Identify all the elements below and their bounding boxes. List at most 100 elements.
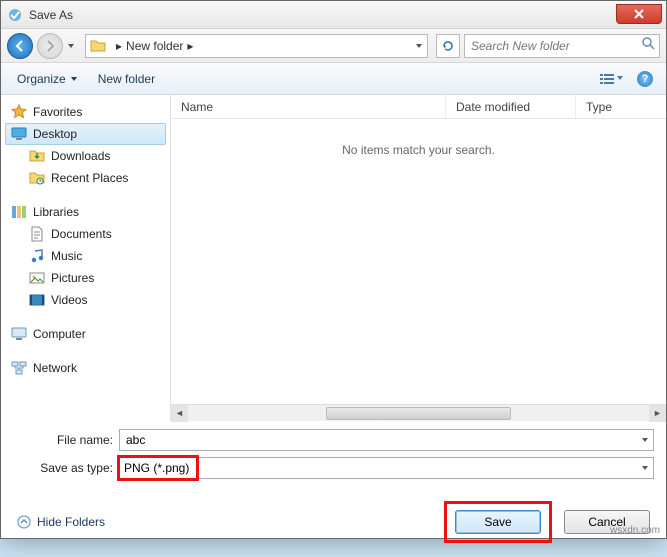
- horizontal-scrollbar[interactable]: ◄ ►: [171, 404, 666, 421]
- nav-bar: ▸ New folder ▸: [1, 29, 666, 63]
- window-title: Save As: [29, 8, 616, 22]
- organize-label: Organize: [17, 72, 66, 86]
- column-type[interactable]: Type: [576, 95, 666, 118]
- sidebar-item-music[interactable]: Music: [5, 245, 166, 267]
- new-folder-button[interactable]: New folder: [92, 69, 161, 89]
- file-list[interactable]: No items match your search.: [171, 119, 666, 404]
- search-input[interactable]: [469, 38, 638, 54]
- sidebar-label: Libraries: [33, 205, 79, 219]
- sidebar-item-network[interactable]: Network: [5, 357, 166, 379]
- scroll-thumb[interactable]: [326, 407, 510, 420]
- chevron-up-icon: [17, 515, 31, 529]
- desktop-icon: [11, 126, 27, 142]
- sidebar-label: Network: [33, 361, 77, 375]
- libraries-icon: [11, 204, 27, 220]
- sidebar-item-downloads[interactable]: Downloads: [5, 145, 166, 167]
- pictures-icon: [29, 270, 45, 286]
- hide-folders-toggle[interactable]: Hide Folders: [17, 515, 105, 529]
- sidebar-label: Computer: [33, 327, 86, 341]
- dialog-footer: Hide Folders Save Cancel: [1, 491, 666, 557]
- recent-icon: [29, 170, 45, 186]
- dialog-body: Favorites Desktop Downloads Recent Place…: [1, 95, 666, 421]
- computer-icon: [11, 326, 27, 342]
- toolbar: Organize New folder ?: [1, 63, 666, 95]
- sidebar-label: Music: [51, 249, 82, 263]
- sidebar-item-desktop[interactable]: Desktop: [5, 123, 166, 145]
- save-button[interactable]: Save: [455, 510, 541, 534]
- sidebar-label: Downloads: [51, 149, 110, 163]
- filename-dropdown[interactable]: [641, 433, 649, 447]
- breadcrumb-dropdown[interactable]: [415, 39, 423, 53]
- filetype-value: PNG (*.png): [124, 461, 189, 475]
- sidebar-group-network: Network: [5, 357, 166, 379]
- scroll-track[interactable]: [188, 405, 649, 421]
- column-date[interactable]: Date modified: [446, 95, 576, 118]
- close-button[interactable]: [616, 4, 662, 24]
- filename-input[interactable]: [124, 432, 641, 448]
- chevron-down-icon: [641, 464, 649, 472]
- sidebar-label: Videos: [51, 293, 87, 307]
- hide-folders-label: Hide Folders: [37, 515, 105, 529]
- downloads-icon: [29, 148, 45, 164]
- scroll-right-button[interactable]: ►: [649, 405, 666, 422]
- new-folder-label: New folder: [98, 72, 155, 86]
- save-as-dialog: Save As ▸ New folder ▸: [0, 0, 667, 539]
- sidebar-label: Favorites: [33, 105, 82, 119]
- view-options-button[interactable]: [596, 69, 626, 89]
- filetype-row: Save as type: PNG (*.png): [13, 457, 654, 479]
- sidebar-item-libraries[interactable]: Libraries: [5, 201, 166, 223]
- annotation-highlight: Save: [444, 501, 552, 543]
- search-icon: [642, 37, 655, 55]
- star-icon: [11, 104, 27, 120]
- help-button[interactable]: ?: [634, 68, 656, 90]
- filename-field[interactable]: [119, 429, 654, 451]
- refresh-button[interactable]: [436, 34, 460, 58]
- documents-icon: [29, 226, 45, 242]
- sidebar-label: Recent Places: [51, 171, 128, 185]
- music-icon: [29, 248, 45, 264]
- sidebar-item-documents[interactable]: Documents: [5, 223, 166, 245]
- breadcrumb-separator-icon: ▸: [187, 39, 193, 53]
- network-icon: [11, 360, 27, 376]
- filetype-dropdown[interactable]: [641, 461, 649, 475]
- sidebar-group-computer: Computer: [5, 323, 166, 345]
- chevron-down-icon: [67, 42, 75, 50]
- chevron-down-icon: [70, 75, 78, 83]
- sidebar-label: Documents: [51, 227, 112, 241]
- search-box[interactable]: [464, 34, 660, 58]
- breadcrumb[interactable]: ▸ New folder ▸: [85, 34, 428, 58]
- empty-message: No items match your search.: [171, 143, 666, 157]
- sidebar-group-libraries: Libraries Documents Music Pictures Video…: [5, 201, 166, 311]
- refresh-icon: [441, 39, 455, 53]
- filetype-field[interactable]: PNG (*.png): [119, 457, 654, 479]
- sidebar-item-computer[interactable]: Computer: [5, 323, 166, 345]
- filetype-label: Save as type:: [13, 461, 113, 475]
- close-icon: [634, 9, 644, 19]
- file-list-pane: Name Date modified Type No items match y…: [171, 95, 666, 421]
- forward-arrow-icon: [43, 39, 57, 53]
- column-name[interactable]: Name: [171, 95, 446, 118]
- chevron-down-icon: [415, 42, 423, 50]
- sidebar-label: Pictures: [51, 271, 94, 285]
- nav-history-dropdown[interactable]: [67, 37, 77, 55]
- column-headers: Name Date modified Type: [171, 95, 666, 119]
- folder-icon: [90, 38, 106, 54]
- watermark: wsxdn.com: [610, 525, 660, 536]
- back-arrow-icon: [13, 39, 27, 53]
- organize-button[interactable]: Organize: [11, 69, 84, 89]
- help-icon: ?: [637, 71, 653, 87]
- breadcrumb-separator-icon: ▸: [116, 39, 122, 53]
- filename-label: File name:: [13, 433, 113, 447]
- breadcrumb-location[interactable]: New folder: [126, 39, 183, 53]
- sidebar-label: Desktop: [33, 127, 77, 141]
- sidebar-item-pictures[interactable]: Pictures: [5, 267, 166, 289]
- sidebar-item-videos[interactable]: Videos: [5, 289, 166, 311]
- scroll-left-button[interactable]: ◄: [171, 405, 188, 422]
- sidebar-item-favorites[interactable]: Favorites: [5, 101, 166, 123]
- sidebar-item-recent-places[interactable]: Recent Places: [5, 167, 166, 189]
- sidebar: Favorites Desktop Downloads Recent Place…: [1, 95, 171, 421]
- chevron-down-icon: [641, 436, 649, 444]
- forward-button[interactable]: [37, 33, 63, 59]
- sidebar-group-favorites: Favorites Desktop Downloads Recent Place…: [5, 101, 166, 189]
- back-button[interactable]: [7, 33, 33, 59]
